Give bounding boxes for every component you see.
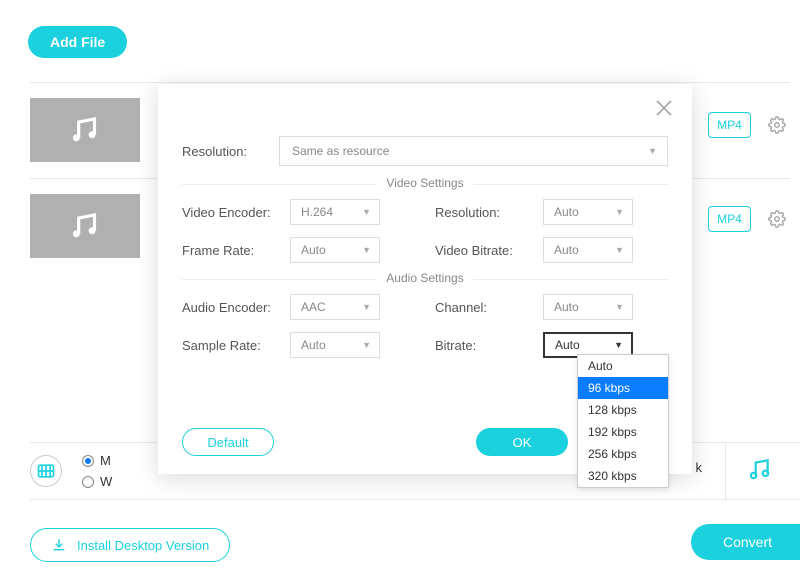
chevron-down-icon: ▼ <box>615 245 624 255</box>
framerate-label: Frame Rate: <box>182 243 282 258</box>
settings-gear-icon[interactable] <box>768 210 786 233</box>
radio-label: W <box>100 474 112 489</box>
format-badge[interactable]: MP4 <box>708 206 751 232</box>
framerate-select[interactable]: Auto ▼ <box>290 237 380 263</box>
audio-encoder-select[interactable]: AAC ▼ <box>290 294 380 320</box>
format-badge[interactable]: MP4 <box>708 112 751 138</box>
select-value: Auto <box>301 243 326 257</box>
audio-section-title: Audio Settings <box>376 271 473 285</box>
select-value: Auto <box>554 205 579 219</box>
install-desktop-button[interactable]: Install Desktop Version <box>30 528 230 562</box>
samplerate-select[interactable]: Auto ▼ <box>290 332 380 358</box>
dropdown-option[interactable]: 256 kbps <box>578 443 668 465</box>
video-resolution-select[interactable]: Auto ▼ <box>543 199 633 225</box>
radio-option-w[interactable]: W <box>82 474 112 489</box>
default-button[interactable]: Default <box>182 428 274 456</box>
channel-label: Channel: <box>435 300 535 315</box>
dropdown-option[interactable]: 128 kbps <box>578 399 668 421</box>
select-value: H.264 <box>301 205 333 219</box>
download-icon <box>51 537 67 553</box>
select-value: Same as resource <box>292 144 389 158</box>
film-icon[interactable] <box>30 455 62 487</box>
select-value: Auto <box>555 338 580 352</box>
radio-dot-icon <box>82 476 94 488</box>
video-resolution-label: Resolution: <box>435 205 535 220</box>
music-file-icon <box>30 194 140 258</box>
chevron-down-icon: ▼ <box>648 146 657 156</box>
select-value: Auto <box>554 243 579 257</box>
video-bitrate-select[interactable]: Auto ▼ <box>543 237 633 263</box>
resolution-select[interactable]: Same as resource ▼ <box>279 136 668 166</box>
close-icon[interactable] <box>652 96 676 125</box>
chevron-down-icon: ▼ <box>615 207 624 217</box>
music-icon[interactable] <box>725 442 786 501</box>
select-value: Auto <box>301 338 326 352</box>
add-file-button[interactable]: Add File <box>28 26 127 58</box>
dropdown-option[interactable]: 192 kbps <box>578 421 668 443</box>
settings-gear-icon[interactable] <box>768 116 786 139</box>
ok-button[interactable]: OK <box>476 428 568 456</box>
radio-label: M <box>100 453 111 468</box>
convert-button[interactable]: Convert <box>691 524 800 560</box>
chevron-down-icon: ▼ <box>362 245 371 255</box>
chevron-down-icon: ▼ <box>614 340 623 350</box>
select-value: Auto <box>554 300 579 314</box>
dropdown-option[interactable]: 320 kbps <box>578 465 668 487</box>
k-label: k <box>696 460 703 475</box>
video-encoder-label: Video Encoder: <box>182 205 282 220</box>
chevron-down-icon: ▼ <box>362 340 371 350</box>
chevron-down-icon: ▼ <box>362 207 371 217</box>
bitrate-dropdown: Auto 96 kbps 128 kbps 192 kbps 256 kbps … <box>577 354 669 488</box>
audio-bitrate-label: Bitrate: <box>435 338 535 353</box>
music-file-icon <box>30 98 140 162</box>
divider <box>30 82 790 83</box>
chevron-down-icon: ▼ <box>362 302 371 312</box>
radio-group: M W <box>82 453 112 489</box>
resolution-label: Resolution: <box>182 144 267 159</box>
chevron-down-icon: ▼ <box>615 302 624 312</box>
audio-encoder-label: Audio Encoder: <box>182 300 282 315</box>
settings-modal: Resolution: Same as resource ▼ Video Sett… <box>158 84 692 474</box>
channel-select[interactable]: Auto ▼ <box>543 294 633 320</box>
dropdown-option[interactable]: 96 kbps <box>578 377 668 399</box>
video-section-title: Video Settings <box>376 176 473 190</box>
samplerate-label: Sample Rate: <box>182 338 282 353</box>
install-label: Install Desktop Version <box>77 538 209 553</box>
video-bitrate-label: Video Bitrate: <box>435 243 535 258</box>
select-value: AAC <box>301 300 326 314</box>
radio-dot-icon <box>82 455 94 467</box>
dropdown-option[interactable]: Auto <box>578 355 668 377</box>
radio-option-m[interactable]: M <box>82 453 112 468</box>
video-encoder-select[interactable]: H.264 ▼ <box>290 199 380 225</box>
